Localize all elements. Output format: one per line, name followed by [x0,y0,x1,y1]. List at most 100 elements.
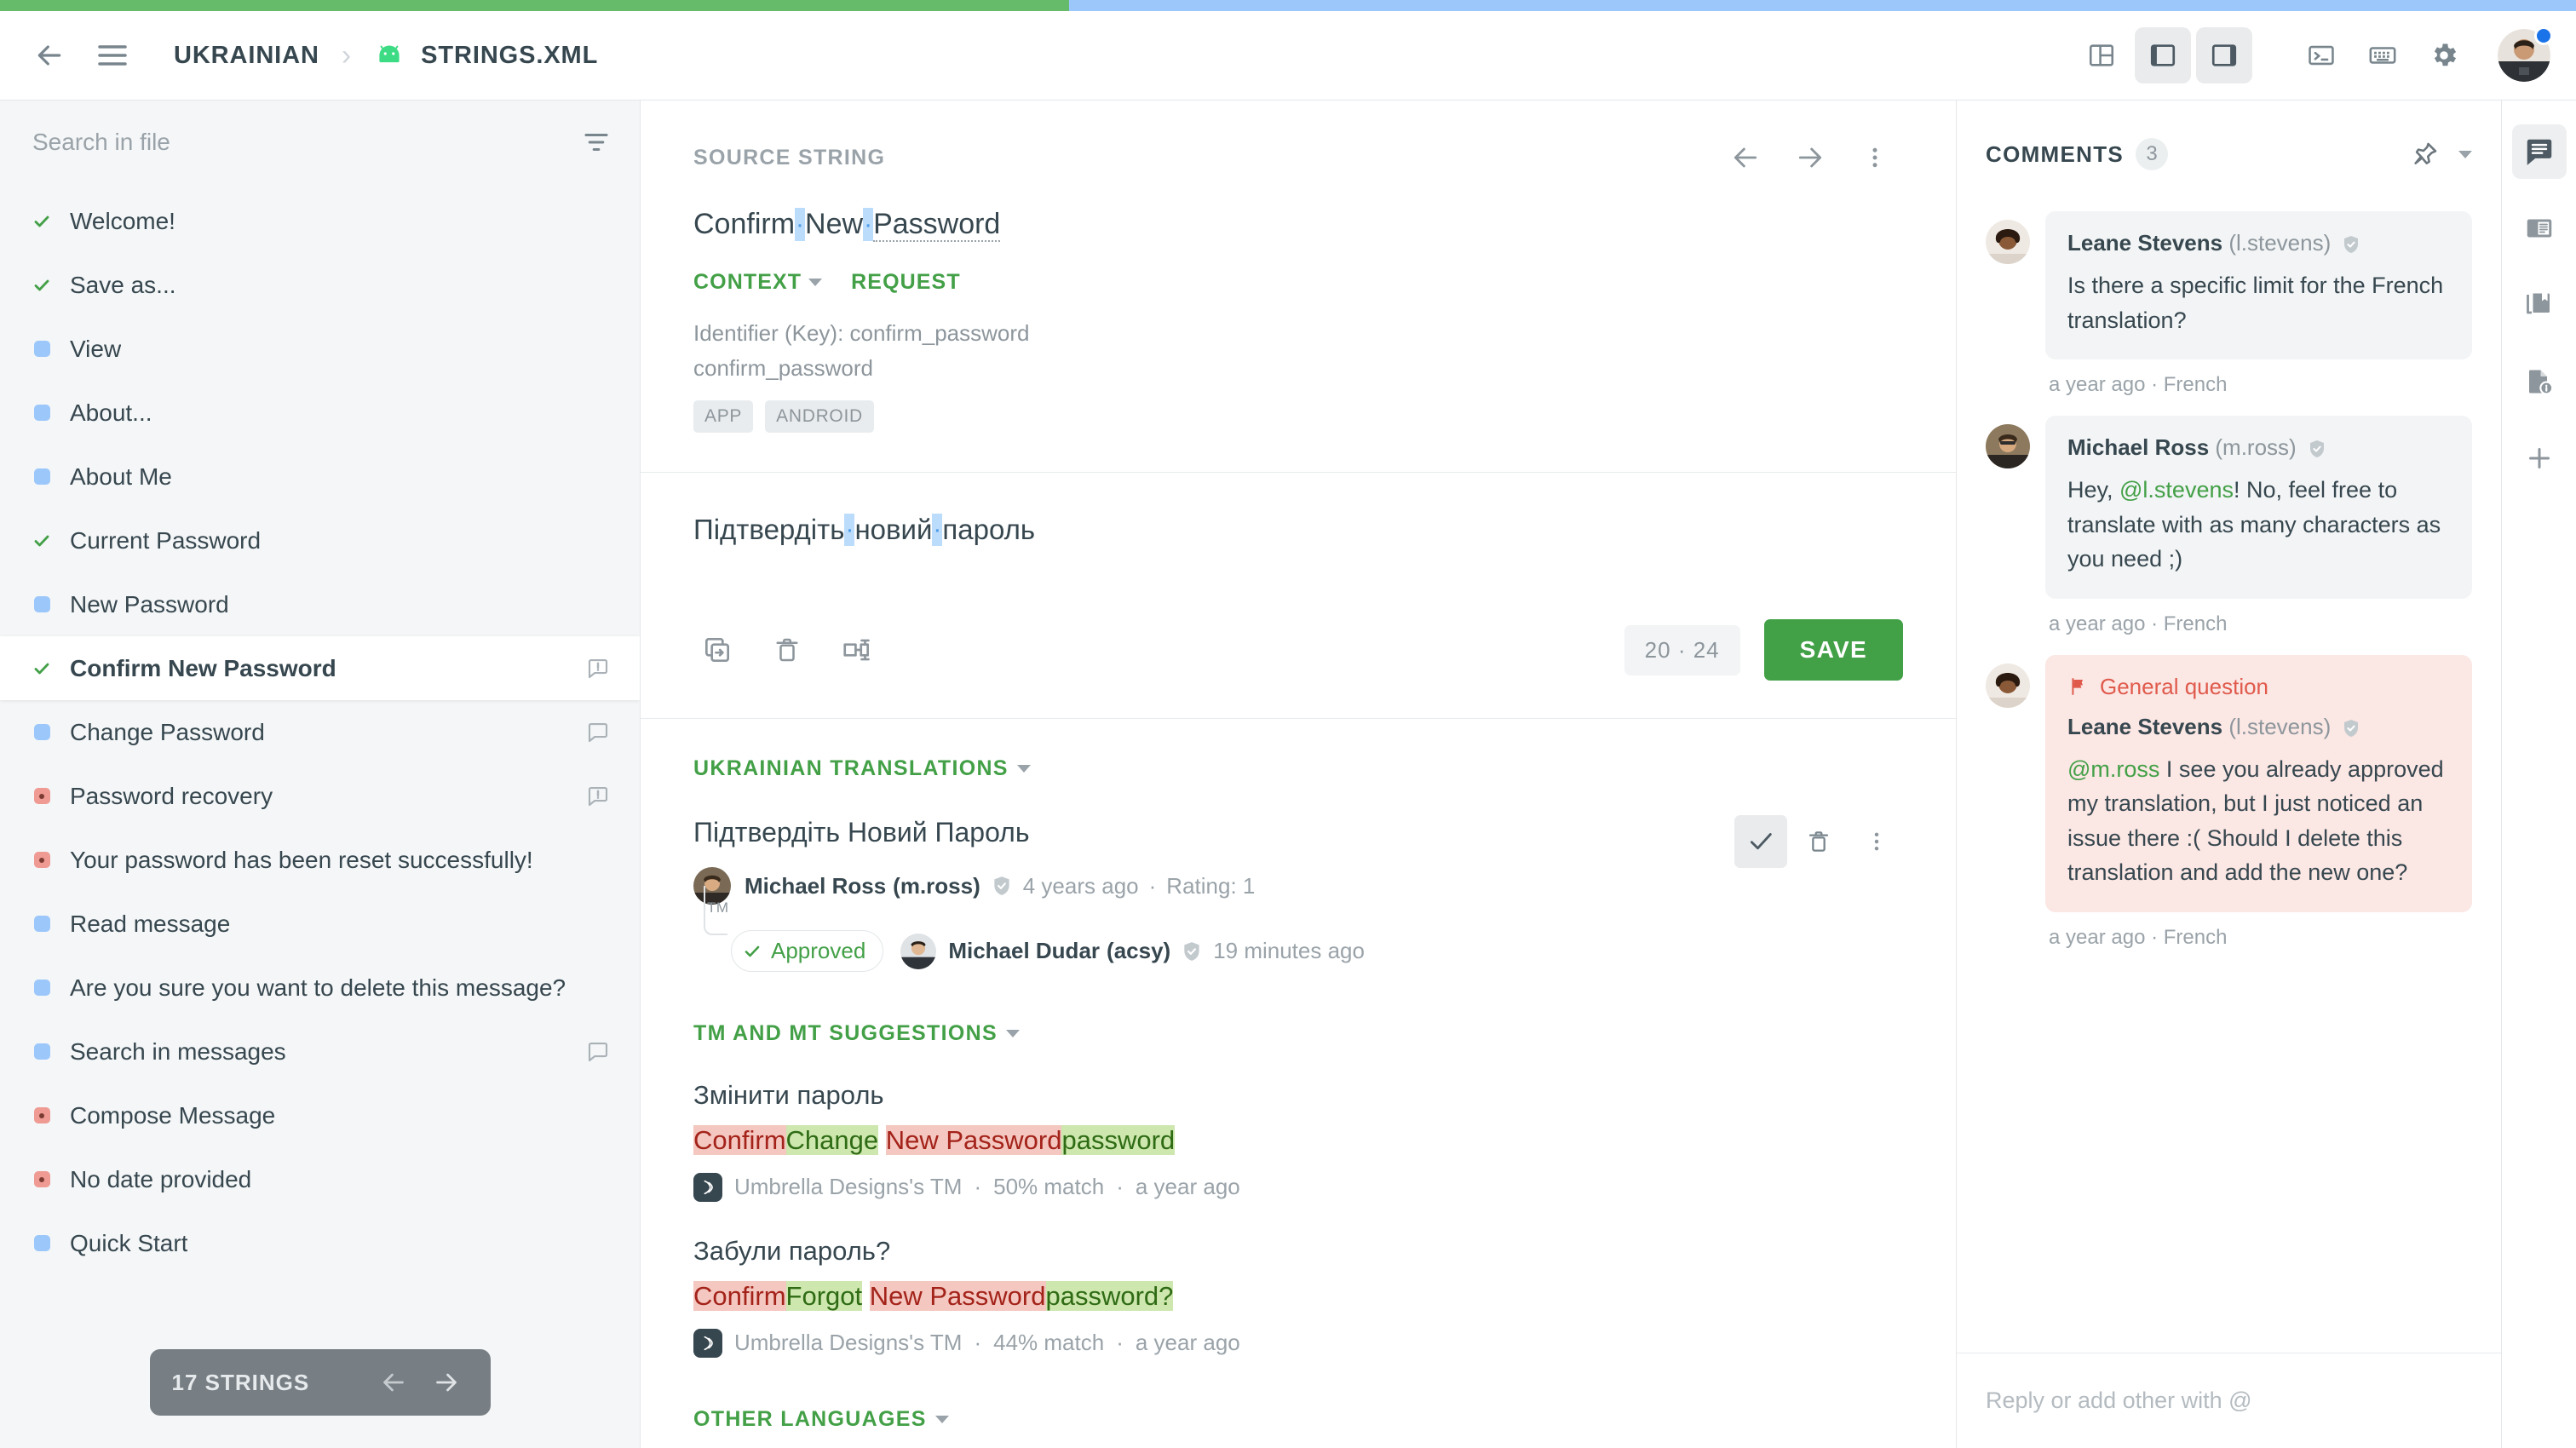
comment-reply-box [1957,1353,2501,1448]
source-prev-icon[interactable] [1726,138,1765,177]
status-untranslated-square [34,916,50,932]
comment-reply-input[interactable] [1986,1388,2472,1414]
list-item[interactable]: Read message [0,892,640,956]
string-status-icon [22,1224,61,1263]
list-item[interactable]: Password recovery [0,764,640,828]
header-toolbar [2073,27,2576,83]
pin-icon[interactable] [2411,140,2440,169]
list-item-label: Read message [70,911,230,938]
search-input[interactable] [32,129,582,156]
pager-next-icon[interactable] [424,1360,469,1405]
list-item[interactable]: About Me [0,445,640,509]
hamburger-menu-icon[interactable] [89,32,136,79]
approver-username: (acsy) [1107,938,1170,964]
list-item-label: About... [70,399,152,427]
comments-panel: COMMENTS 3 Leane Stevens (l.stevens)Is t… [1956,101,2501,1448]
comment-body: General questionLeane Stevens (l.stevens… [2045,655,2472,950]
delete-icon[interactable] [763,626,811,674]
status-untranslated-square [34,1235,50,1251]
string-status-icon [22,841,61,880]
translation-more-button[interactable] [1850,815,1903,868]
save-button[interactable]: SAVE [1764,619,1903,681]
tab-context[interactable]: CONTEXT [693,270,822,295]
source-more-icon[interactable] [1855,138,1895,177]
list-item[interactable]: No date provided [0,1147,640,1211]
avatar[interactable] [2498,29,2550,82]
list-item[interactable]: Are you sure you want to delete this mes… [0,956,640,1020]
layout-left-panel-icon[interactable] [2135,27,2191,83]
terminal-icon[interactable] [2293,27,2349,83]
source-tag: ANDROID [765,400,874,433]
list-item[interactable]: Change Password [0,700,640,764]
breadcrumb-language[interactable]: UKRAINIAN [174,42,319,70]
translations-section-caption[interactable]: UKRAINIAN TRANSLATIONS [693,719,1903,781]
keyboard-icon[interactable] [2355,27,2411,83]
comments-header: COMMENTS 3 [1957,101,2501,170]
list-item[interactable]: New Password [0,572,640,636]
context-tabs: CONTEXT REQUEST [641,241,1956,295]
layout-right-panel-icon[interactable] [2196,27,2252,83]
breadcrumb-file[interactable]: STRINGS.XML [373,41,598,71]
list-item[interactable]: Confirm New Password [0,636,640,700]
text-token: новий [854,514,932,545]
list-item[interactable]: Search in messages [0,1020,640,1083]
list-item[interactable]: Quick Start [0,1211,640,1275]
list-item[interactable]: Welcome! [0,189,640,253]
comment-icon [585,720,611,745]
mention-link[interactable]: @l.stevens [2119,477,2234,503]
file-info-icon[interactable] [2512,354,2567,409]
source-next-icon[interactable] [1791,138,1830,177]
text-token: New [805,208,863,240]
copy-source-icon[interactable] [693,626,741,674]
back-arrow-icon[interactable] [26,32,73,79]
comment-bubble[interactable]: Leane Stevens (l.stevens)Is there a spec… [2045,211,2472,359]
comments-icon[interactable] [2512,124,2567,179]
add-icon[interactable] [2512,431,2567,486]
approve-translation-button[interactable] [1734,815,1787,868]
string-list[interactable]: Welcome!Save as...View About... About MeCu… [0,184,640,1448]
pager-prev-icon[interactable] [371,1360,416,1405]
translation-author-name: Michael Ross [745,873,886,899]
pager: 17 STRINGS [150,1349,491,1416]
translation-input[interactable]: Підтвердіть новий пароль [693,473,1903,600]
other-languages-section-caption[interactable]: OTHER LANGUAGES [693,1358,1903,1432]
suggestion-item[interactable]: Забули пароль?ConfirmForgot New Password… [693,1202,1903,1358]
status-issue-square [34,1171,50,1187]
screenshot-icon[interactable] [2512,201,2567,256]
source-nav [1726,138,1895,177]
tab-request[interactable]: REQUEST [851,270,961,295]
layout-three-column-icon[interactable] [2073,27,2130,83]
glossary-icon[interactable] [2512,278,2567,332]
comments-list[interactable]: Leane Stevens (l.stevens)Is there a spec… [1957,170,2501,1353]
suggestions-scroll-area[interactable]: UKRAINIAN TRANSLATIONS Підтвердіть Новий… [641,719,1956,1448]
list-item[interactable]: View [0,317,640,381]
list-item[interactable]: Your password has been reset successfull… [0,828,640,892]
list-item-comment-indicator[interactable] [572,1039,611,1065]
list-item-comment-indicator[interactable] [572,656,611,681]
list-item[interactable]: Current Password [0,509,640,572]
list-item[interactable]: About... [0,381,640,445]
comment-author: Michael Ross (m.ross) [2067,434,2450,461]
list-item-label: Compose Message [70,1102,275,1129]
source-string-text[interactable]: Confirm New Password [641,177,1956,241]
comment-author: Leane Stevens (l.stevens) [2067,714,2450,740]
suggestions-section-caption[interactable]: TM AND MT SUGGESTIONS [693,972,1903,1046]
comment-bubble[interactable]: General questionLeane Stevens (l.stevens… [2045,655,2472,912]
chevron-down-icon[interactable] [2458,151,2472,158]
delete-translation-button[interactable] [1792,815,1845,868]
diff-inserted: Change [786,1125,879,1155]
list-item-comment-indicator[interactable] [572,784,611,809]
placeholder-insert-icon[interactable] [833,626,881,674]
comment-bubble[interactable]: Michael Ross (m.ross)Hey, @l.stevens! No… [2045,416,2472,599]
gear-icon[interactable] [2416,27,2472,83]
list-item-comment-indicator[interactable] [572,720,611,745]
string-status-icon [22,1032,61,1072]
list-item[interactable]: Save as... [0,253,640,317]
filter-icon[interactable] [582,128,611,157]
suggestion-item[interactable]: Змінити парольConfirmChange New Password… [693,1046,1903,1202]
list-item[interactable]: Compose Message [0,1083,640,1147]
space-marker [795,208,805,241]
other-language-row[interactable]: Confirmer le nouveau mot de PassFrench [693,1432,1903,1448]
suggestion-match: 50% match [993,1174,1104,1200]
mention-link[interactable]: @m.ross [2067,756,2159,782]
